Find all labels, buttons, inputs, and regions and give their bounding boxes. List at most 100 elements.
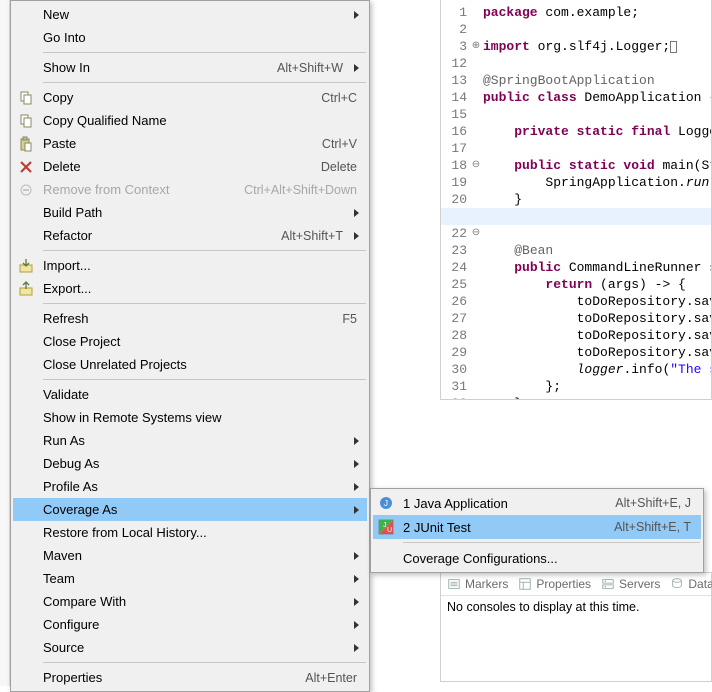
line-number: 2 — [441, 21, 471, 38]
menu-restore-local-history[interactable]: Restore from Local History... — [13, 521, 367, 544]
menu-new[interactable]: New — [13, 3, 367, 26]
line-number: 23 — [441, 242, 471, 259]
submenu-java-application[interactable]: J 1 Java Application Alt+Shift+E, J — [373, 491, 701, 515]
menu-go-into[interactable]: Go Into — [13, 26, 367, 49]
code-line[interactable]: SpringApplication.run(Dem — [483, 175, 712, 190]
tab-servers[interactable]: Servers — [601, 577, 660, 591]
code-area[interactable]: package com.example; import org.slf4j.Lo… — [483, 4, 711, 400]
fold-annotation[interactable] — [471, 174, 481, 191]
code-line[interactable]: }; — [483, 379, 561, 394]
code-line[interactable]: public static void main(String — [483, 158, 712, 173]
menu-label: Team — [39, 571, 349, 586]
menu-separator — [43, 303, 366, 304]
menu-show-in[interactable]: Show In Alt+Shift+W — [13, 56, 367, 79]
markers-icon — [447, 577, 461, 591]
fold-annotation[interactable] — [471, 378, 481, 395]
blank-icon — [13, 56, 39, 79]
fold-annotation[interactable] — [471, 327, 481, 344]
blank-icon — [13, 636, 39, 659]
menu-delete[interactable]: Delete Delete — [13, 155, 367, 178]
menu-shortcut: Alt+Enter — [305, 671, 363, 685]
fold-annotation[interactable] — [471, 259, 481, 276]
menu-compare-with[interactable]: Compare With — [13, 590, 367, 613]
menu-paste[interactable]: Paste Ctrl+V — [13, 132, 367, 155]
menu-show-in-remote-systems[interactable]: Show in Remote Systems view — [13, 406, 367, 429]
fold-annotation[interactable] — [471, 89, 481, 106]
fold-annotation[interactable] — [471, 310, 481, 327]
code-line[interactable]: @SpringBootApplication — [483, 73, 655, 88]
code-line[interactable]: toDoRepository.save(n — [483, 328, 712, 343]
menu-validate[interactable]: Validate — [13, 383, 367, 406]
code-line[interactable]: private static final Logger l — [483, 124, 712, 139]
menu-build-path[interactable]: Build Path — [13, 201, 367, 224]
menu-coverage-as[interactable]: Coverage As — [13, 498, 367, 521]
menu-maven[interactable]: Maven — [13, 544, 367, 567]
tab-markers[interactable]: Markers — [447, 577, 508, 591]
fold-annotation[interactable] — [471, 4, 481, 21]
fold-annotation[interactable] — [471, 344, 481, 361]
menu-source[interactable]: Source — [13, 636, 367, 659]
code-line[interactable]: logger.info("The samp — [483, 362, 712, 377]
menu-configure[interactable]: Configure — [13, 613, 367, 636]
menu-profile-as[interactable]: Profile As — [13, 475, 367, 498]
menu-run-as[interactable]: Run As — [13, 429, 367, 452]
fold-annotation[interactable] — [471, 293, 481, 310]
menu-debug-as[interactable]: Debug As — [13, 452, 367, 475]
blank-icon — [13, 353, 39, 376]
code-line[interactable]: import org.slf4j.Logger; — [483, 39, 677, 54]
fold-annotation[interactable]: ⊖ — [471, 157, 481, 174]
code-line[interactable]: public CommandLineRunner setu — [483, 260, 712, 275]
fold-annotation[interactable] — [471, 21, 481, 38]
fold-annotation[interactable]: ⊕ — [471, 38, 481, 55]
menu-copy[interactable]: Copy Ctrl+C — [13, 86, 367, 109]
fold-annotation[interactable] — [471, 361, 481, 378]
fold-annotation[interactable] — [471, 55, 481, 72]
code-line[interactable]: toDoRepository.save(n — [483, 311, 712, 326]
blank-icon — [13, 498, 39, 521]
bottom-views-panel: Markers Properties Servers Data No conso… — [440, 572, 712, 682]
line-number: 26 — [441, 293, 471, 310]
code-editor[interactable]: 1231213141516171819202122232425262728293… — [440, 0, 712, 400]
code-line[interactable]: } — [483, 396, 522, 400]
console-empty-message: No consoles to display at this time. — [441, 596, 711, 618]
line-number: 3 — [441, 38, 471, 55]
fold-annotation[interactable] — [471, 72, 481, 89]
fold-annotation[interactable] — [471, 140, 481, 157]
menu-close-project[interactable]: Close Project — [13, 330, 367, 353]
submenu-junit-test[interactable]: JU 2 JUnit Test Alt+Shift+E, T — [373, 515, 701, 539]
menu-refactor[interactable]: Refactor Alt+Shift+T — [13, 224, 367, 247]
code-line[interactable] — [441, 208, 711, 225]
menu-import[interactable]: Import... — [13, 254, 367, 277]
fold-annotation[interactable] — [471, 123, 481, 140]
fold-annotation[interactable]: ⊖ — [471, 225, 481, 242]
line-number: 29 — [441, 344, 471, 361]
menu-export[interactable]: Export... — [13, 277, 367, 300]
menu-label: Restore from Local History... — [39, 525, 363, 540]
code-line[interactable]: toDoRepository.save(n — [483, 294, 712, 309]
tab-label: Markers — [465, 577, 508, 591]
blank-icon — [13, 330, 39, 353]
fold-annotation[interactable] — [471, 242, 481, 259]
code-line[interactable]: public class DemoApplication { — [483, 90, 712, 105]
fold-annotation[interactable] — [471, 106, 481, 123]
tab-properties[interactable]: Properties — [518, 577, 591, 591]
code-line[interactable]: return (args) -> { — [483, 277, 686, 292]
fold-annotation[interactable] — [471, 191, 481, 208]
code-line[interactable]: toDoRepository.save(n — [483, 345, 712, 360]
submenu-coverage-configurations[interactable]: Coverage Configurations... — [373, 546, 701, 570]
menu-refresh[interactable]: Refresh F5 — [13, 307, 367, 330]
code-line[interactable]: @Bean — [483, 243, 553, 258]
submenu-arrow-icon — [349, 209, 363, 217]
menu-close-unrelated-projects[interactable]: Close Unrelated Projects — [13, 353, 367, 376]
code-line[interactable]: package com.example; — [483, 5, 639, 20]
menu-team[interactable]: Team — [13, 567, 367, 590]
tab-data[interactable]: Data — [670, 577, 712, 591]
copy-icon — [13, 86, 39, 109]
blank-icon — [13, 383, 39, 406]
line-number: 18 — [441, 157, 471, 174]
fold-annotation[interactable] — [471, 395, 481, 400]
fold-annotation[interactable] — [471, 276, 481, 293]
code-line[interactable]: } — [483, 192, 522, 207]
menu-label: Close Project — [39, 334, 363, 349]
menu-copy-qualified-name[interactable]: Copy Qualified Name — [13, 109, 367, 132]
